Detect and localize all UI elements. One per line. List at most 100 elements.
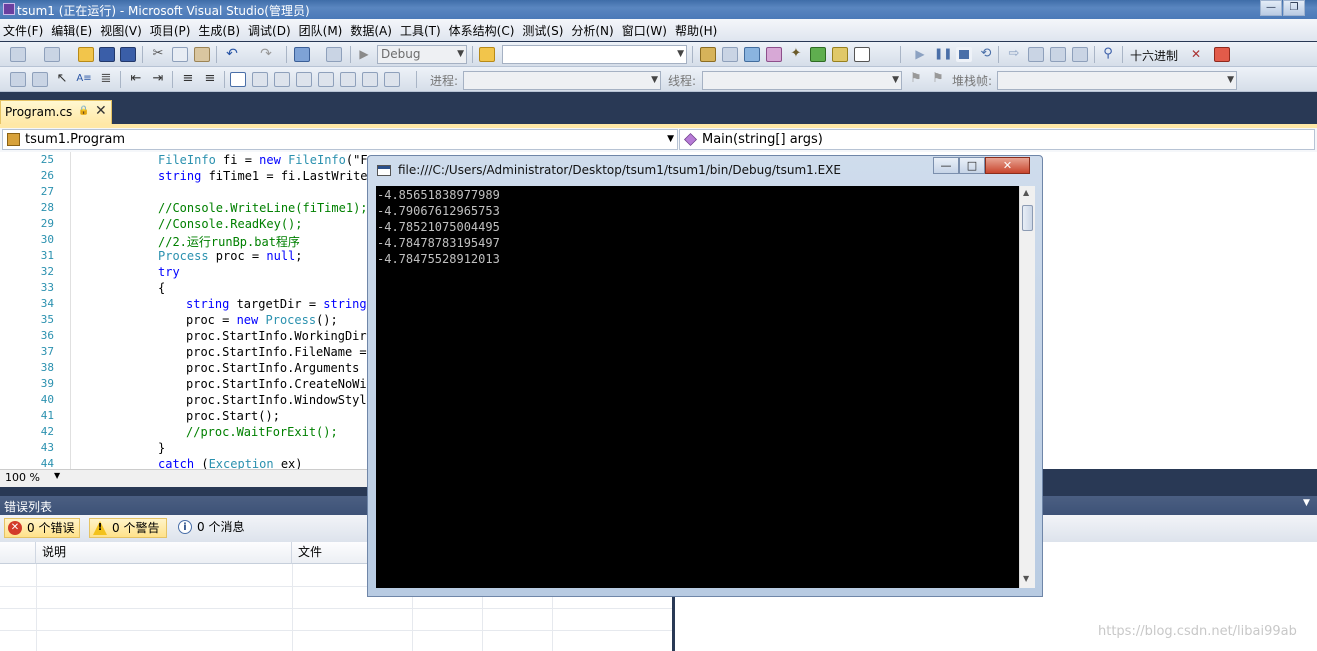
- team-explorer-icon[interactable]: [832, 47, 848, 62]
- scroll-down-icon[interactable]: ▼: [1023, 574, 1029, 583]
- restart-icon[interactable]: ⟲: [978, 47, 994, 62]
- column-header-icon[interactable]: [0, 542, 36, 564]
- column-header-description[interactable]: 说明: [36, 542, 292, 564]
- code-token: null: [266, 249, 296, 263]
- close-tab-icon[interactable]: ✕: [95, 103, 107, 119]
- step-out-icon[interactable]: [1072, 47, 1088, 62]
- output-window-icon[interactable]: [1214, 47, 1230, 62]
- extension-manager-icon[interactable]: ✦: [788, 47, 804, 62]
- console-output-area[interactable]: -4.85651838977989 -4.79067612965753 -4.7…: [376, 186, 1027, 588]
- copy-icon[interactable]: [172, 47, 188, 62]
- menu-file[interactable]: 文件(F): [0, 22, 48, 39]
- stack-frame-select[interactable]: ▼: [997, 71, 1237, 90]
- menu-edit[interactable]: 编辑(E): [48, 22, 97, 39]
- next-bookmark-in-folder-icon[interactable]: [318, 72, 334, 87]
- code-line: proc.StartInfo.WorkingDire: [186, 329, 374, 343]
- menu-data[interactable]: 数据(A): [347, 22, 397, 39]
- toggle-thread-flag-icon[interactable]: ⚑: [908, 72, 924, 87]
- process-select[interactable]: ▼: [463, 71, 661, 90]
- toolbox-icon[interactable]: [766, 47, 782, 62]
- console-minimize-button[interactable]: —: [933, 157, 959, 174]
- quick-watch-icon[interactable]: ⚲: [1100, 47, 1116, 62]
- warnings-filter-button[interactable]: ! 0 个警告: [89, 518, 167, 538]
- previous-bookmark-icon[interactable]: [252, 72, 268, 87]
- increase-indent-icon[interactable]: ⇥: [150, 72, 166, 87]
- next-bookmark-in-document-icon[interactable]: [362, 72, 378, 87]
- open-file-icon[interactable]: [78, 47, 94, 62]
- find-combo[interactable]: ▼: [502, 45, 687, 64]
- redo-icon[interactable]: ↷: [258, 47, 274, 62]
- member-list-icon[interactable]: [10, 72, 26, 87]
- navigate-forward-icon[interactable]: [326, 47, 342, 62]
- console-title: file:///C:/Users/Administrator/Desktop/t…: [398, 163, 841, 177]
- breakpoints-icon[interactable]: ✕: [1188, 47, 1204, 62]
- member-select[interactable]: Main(string[] args): [679, 129, 1315, 150]
- zoom-level[interactable]: 100 %: [5, 471, 40, 484]
- panel-options-icon[interactable]: ▼: [1303, 498, 1310, 508]
- navigate-backward-icon[interactable]: [294, 47, 310, 62]
- display-word-wrap-icon[interactable]: ≣: [98, 72, 114, 87]
- solution-explorer-icon[interactable]: [700, 47, 716, 62]
- tab-program-cs[interactable]: Program.cs 🔒 ✕: [0, 100, 112, 124]
- messages-filter-button[interactable]: i 0 个消息: [175, 518, 255, 538]
- cut-icon[interactable]: ✂: [150, 47, 166, 62]
- clear-bookmarks-icon[interactable]: [384, 72, 400, 87]
- maximize-button[interactable]: ❐: [1283, 0, 1305, 16]
- menu-build[interactable]: 生成(B): [195, 22, 245, 39]
- solution-config-select[interactable]: Debug ▼: [377, 45, 467, 64]
- properties-icon[interactable]: [722, 47, 738, 62]
- show-flagged-threads-icon[interactable]: ⚑: [930, 72, 946, 87]
- menu-analyze[interactable]: 分析(N): [568, 22, 618, 39]
- menu-tools[interactable]: 工具(T): [397, 22, 446, 39]
- step-into-icon[interactable]: [1028, 47, 1044, 62]
- console-close-button[interactable]: ✕: [985, 157, 1030, 174]
- uncomment-icon[interactable]: ≡: [202, 72, 218, 87]
- menu-view[interactable]: 视图(V): [97, 22, 147, 39]
- zoom-dropdown-icon[interactable]: ▼: [54, 471, 60, 480]
- find-in-files-icon[interactable]: [479, 47, 495, 62]
- object-browser-icon[interactable]: [744, 47, 760, 62]
- break-all-icon[interactable]: ❚❚: [934, 47, 952, 62]
- continue-icon[interactable]: ▶: [912, 47, 928, 62]
- menu-test[interactable]: 测试(S): [519, 22, 568, 39]
- start-debugging-icon[interactable]: ▶: [356, 47, 372, 62]
- undo-icon[interactable]: ↶: [224, 47, 240, 62]
- menu-project[interactable]: 项目(P): [147, 22, 196, 39]
- show-next-statement-icon[interactable]: ⇨: [1006, 47, 1022, 62]
- previous-bookmark-in-folder-icon[interactable]: [296, 72, 312, 87]
- parameter-info-icon[interactable]: [32, 72, 48, 87]
- line-number: 30: [40, 233, 54, 246]
- console-window[interactable]: file:///C:/Users/Administrator/Desktop/t…: [367, 155, 1043, 597]
- add-item-icon[interactable]: [44, 47, 60, 62]
- complete-word-icon[interactable]: A≡: [76, 72, 92, 87]
- console-maximize-button[interactable]: □: [959, 157, 985, 174]
- menu-debug[interactable]: 调试(D): [245, 22, 296, 39]
- step-over-icon[interactable]: [1050, 47, 1066, 62]
- toggle-bookmark-icon[interactable]: [230, 72, 246, 87]
- minimize-button[interactable]: —: [1260, 0, 1282, 16]
- decrease-indent-icon[interactable]: ⇤: [128, 72, 144, 87]
- previous-bookmark-in-document-icon[interactable]: [340, 72, 356, 87]
- thread-select[interactable]: ▼: [702, 71, 902, 90]
- save-icon[interactable]: [99, 47, 115, 62]
- stop-debugging-icon[interactable]: [956, 47, 972, 62]
- command-window-icon[interactable]: [854, 47, 870, 62]
- menu-help[interactable]: 帮助(H): [672, 22, 722, 39]
- menu-team[interactable]: 团队(M): [296, 22, 348, 39]
- paste-icon[interactable]: [194, 47, 210, 62]
- comment-icon[interactable]: ≡: [180, 72, 196, 87]
- scrollbar-thumb[interactable]: [1022, 205, 1033, 231]
- code-token: targetDir =: [229, 297, 324, 311]
- next-bookmark-icon[interactable]: [274, 72, 290, 87]
- menu-architecture[interactable]: 体系结构(C): [446, 22, 520, 39]
- hex-display-toggle[interactable]: 十六进制: [1130, 47, 1178, 64]
- save-all-icon[interactable]: [120, 47, 136, 62]
- new-project-icon[interactable]: [10, 47, 26, 62]
- console-scrollbar[interactable]: ▲ ▼: [1019, 186, 1035, 588]
- type-select[interactable]: tsum1.Program ▼: [2, 129, 678, 150]
- scroll-up-icon[interactable]: ▲: [1023, 188, 1029, 197]
- start-page-icon[interactable]: [810, 47, 826, 62]
- errors-filter-button[interactable]: ✕ 0 个错误: [4, 518, 80, 538]
- menu-window[interactable]: 窗口(W): [619, 22, 672, 39]
- quick-info-icon[interactable]: ↖: [54, 72, 70, 87]
